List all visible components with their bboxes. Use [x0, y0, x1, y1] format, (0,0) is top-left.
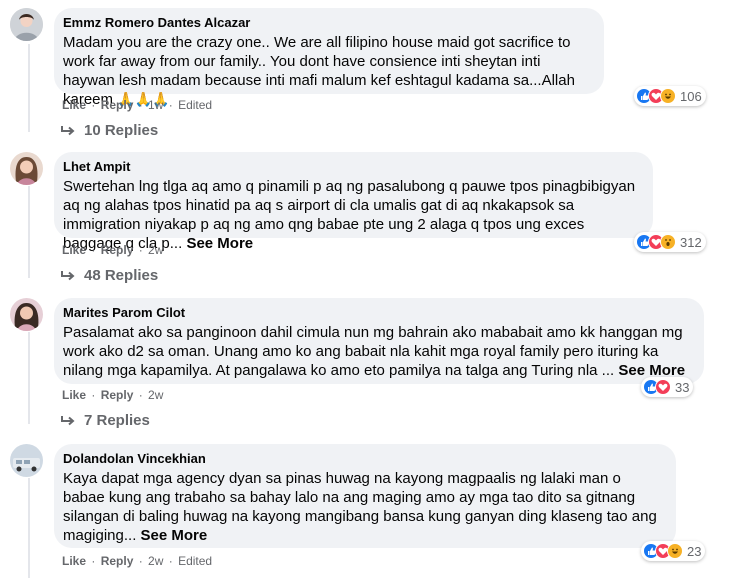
reply-link[interactable]: Reply [101, 554, 134, 568]
replies-label: 10 Replies [84, 122, 159, 139]
comment-actions: Like · Reply · 2w [62, 243, 164, 257]
comment-text: Kaya dapat mga agency dyan sa pinas huwa… [63, 470, 657, 544]
comment-text: Pasalamat ako sa panginoon dahil cimula … [63, 324, 686, 379]
like-link[interactable]: Like [62, 388, 86, 402]
haha-icon [667, 543, 683, 559]
comment-author[interactable]: Lhet Ampit [63, 159, 642, 175]
like-link[interactable]: Like [62, 554, 86, 568]
comment-bubble: Dolandolan Vincekhian Kaya dapat mga age… [54, 444, 676, 548]
avatar[interactable] [10, 298, 43, 331]
thread-line [28, 478, 30, 578]
avatar[interactable] [10, 444, 43, 477]
reaction-summary[interactable]: 33 [641, 377, 694, 397]
comment-actions: Like · Reply · 1w · Edited [62, 98, 213, 112]
avatar[interactable] [10, 8, 43, 41]
like-link[interactable]: Like [62, 243, 86, 257]
comment-time[interactable]: 1w [148, 98, 163, 112]
comment-time[interactable]: 2w [148, 554, 163, 568]
reaction-count: 23 [687, 543, 702, 559]
edited-label: Edited [178, 554, 213, 568]
wow-icon [660, 234, 676, 250]
reaction-summary[interactable]: 23 [641, 541, 706, 561]
thread-line [28, 44, 30, 132]
reply-arrow-icon [61, 415, 75, 425]
reply-link[interactable]: Reply [101, 243, 134, 257]
comment-author[interactable]: Dolandolan Vincekhian [63, 451, 665, 467]
thread-line [28, 332, 30, 424]
reply-arrow-icon [61, 270, 75, 280]
comment-author[interactable]: Emmz Romero Dantes Alcazar [63, 15, 593, 31]
comment-bubble: Emmz Romero Dantes Alcazar Madam you are… [54, 8, 604, 108]
reply-link[interactable]: Reply [101, 388, 134, 402]
comment-bubble: Lhet Ampit Swertehan lng tlga aq amo q p… [54, 152, 653, 252]
reaction-count: 312 [680, 234, 702, 250]
reaction-summary[interactable]: 106 [634, 86, 706, 106]
avatar[interactable] [10, 152, 43, 185]
see-more-link[interactable]: See More [141, 527, 208, 544]
edited-label: Edited [178, 98, 213, 112]
love-icon [655, 379, 671, 395]
view-replies[interactable]: 48 Replies [60, 267, 158, 284]
comment-time[interactable]: 2w [148, 243, 163, 257]
comment-time[interactable]: 2w [148, 388, 163, 402]
comment-bubble: Marites Parom Cilot Pasalamat ako sa pan… [54, 298, 704, 384]
reaction-summary[interactable]: 312 [634, 232, 706, 252]
reaction-count: 106 [680, 88, 702, 104]
replies-label: 48 Replies [84, 267, 159, 284]
comment-actions: Like · Reply · 2w [62, 388, 164, 402]
reply-arrow-icon [61, 125, 75, 135]
view-replies[interactable]: 10 Replies [60, 122, 158, 139]
comment-text: Swertehan lng tlga aq amo q pinamili p a… [63, 178, 636, 252]
thread-line [28, 186, 30, 278]
comment-author[interactable]: Marites Parom Cilot [63, 305, 693, 321]
like-link[interactable]: Like [62, 98, 86, 112]
reaction-count: 33 [675, 379, 690, 395]
reply-link[interactable]: Reply [101, 98, 134, 112]
comment-actions: Like · Reply · 2w · Edited [62, 554, 213, 568]
see-more-link[interactable]: See More [186, 235, 253, 252]
replies-label: 7 Replies [84, 412, 150, 429]
haha-icon [660, 88, 676, 104]
view-replies[interactable]: 7 Replies [60, 412, 150, 429]
